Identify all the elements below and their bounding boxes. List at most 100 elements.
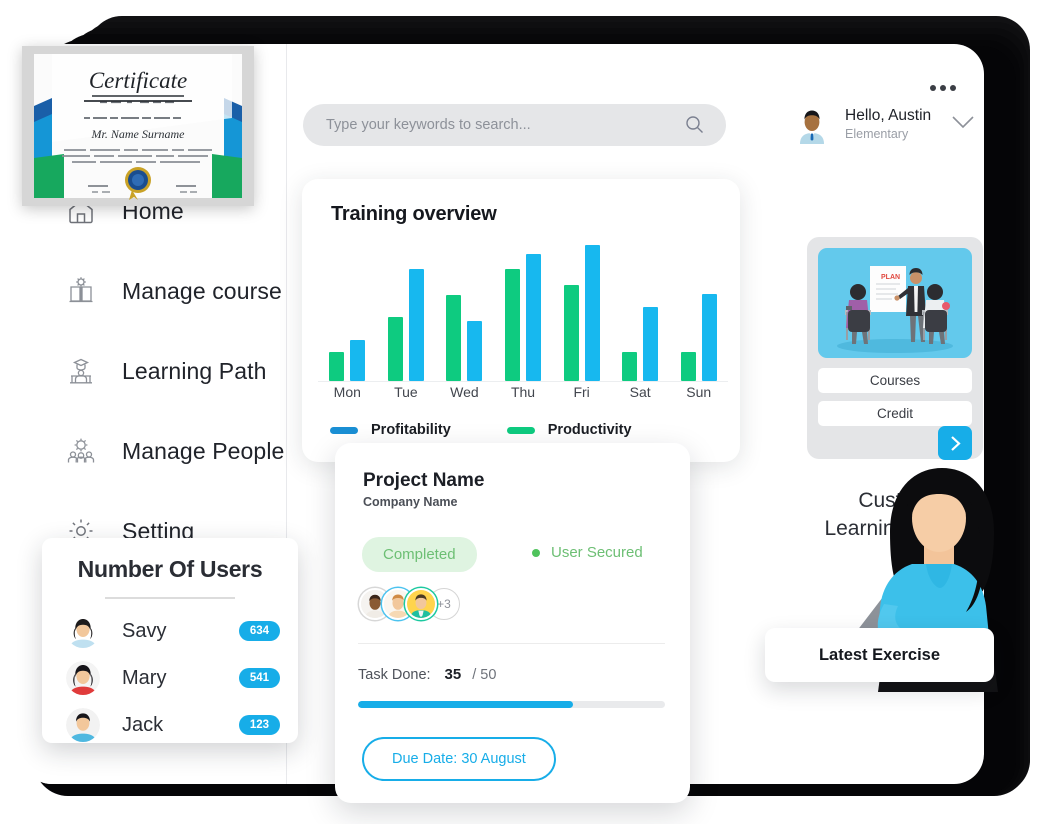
divider	[105, 597, 235, 599]
profile-text: Hello, Austin Elementary	[845, 107, 931, 142]
profile-greeting: Hello, Austin	[845, 106, 932, 124]
bar-profitability	[525, 253, 541, 381]
bar-profitability	[408, 269, 424, 381]
legend-label: Productivity	[547, 422, 632, 438]
profile-role: Elementary	[845, 127, 909, 142]
x-tick-label: Sat	[629, 384, 651, 400]
x-tick-label: Tue	[394, 384, 418, 400]
sidebar-item-manage-people[interactable]: Manage People	[22, 429, 286, 473]
latest-exercise-card[interactable]: Latest Exercise	[765, 628, 994, 682]
x-tick-label: Fri	[573, 384, 590, 400]
task-done-value: 35	[444, 666, 462, 683]
people-gear-icon	[64, 434, 98, 468]
search-icon[interactable]	[685, 115, 704, 139]
avatar	[405, 588, 437, 620]
bar-productivity	[387, 316, 403, 381]
bar-profitability	[701, 293, 717, 381]
bar-group-tue	[387, 239, 424, 381]
bar-group-fri	[563, 239, 600, 381]
number-of-users-card: Number Of Users Savy 634 Mary 541 Jack 1…	[42, 538, 298, 743]
search-input[interactable]	[326, 117, 666, 133]
avatar	[792, 104, 832, 144]
certificate-thumbnail: Certificate Mr. Name Surname	[22, 46, 254, 206]
screenshot-root: Home Manage course Learning Path Manage …	[0, 0, 1052, 824]
sidebar-item-label: Manage People	[122, 437, 285, 464]
sidebar-item-label: Manage course	[122, 277, 282, 304]
bar-productivity	[680, 352, 696, 381]
bar-productivity	[563, 285, 579, 381]
avatar	[66, 661, 100, 695]
promo-credit-button[interactable]: Credit	[818, 401, 972, 426]
x-tick-label: Sun	[686, 384, 712, 400]
legend-swatch	[506, 426, 535, 434]
progress-bar	[358, 701, 665, 708]
avatar-group[interactable]: +3	[359, 588, 460, 620]
bar-profitability	[350, 339, 366, 381]
status-dot-icon	[532, 548, 540, 557]
legend-item-profitability: Profitability	[330, 422, 451, 438]
svg-text:Certificate: Certificate	[89, 68, 187, 93]
svg-text:PLAN: PLAN	[881, 274, 900, 281]
user-name: Mary	[122, 666, 167, 689]
user-name: Savy	[122, 619, 167, 642]
profile-menu[interactable]: Hello, Austin Elementary	[792, 104, 975, 144]
task-progress-row: Task Done: 35 / 50	[358, 666, 496, 683]
avatar	[66, 614, 100, 648]
project-card: Project Name Company Name Completed User…	[335, 443, 690, 803]
chevron-down-icon[interactable]	[951, 115, 975, 134]
progress-bar-fill	[358, 701, 573, 708]
latest-exercise-label: Latest Exercise	[818, 645, 941, 664]
list-item[interactable]: Mary 541	[66, 657, 280, 699]
project-name: Project Name	[363, 470, 485, 491]
sidebar-item-manage-course[interactable]: Manage course	[22, 269, 286, 313]
bar-productivity	[329, 352, 345, 381]
avatar	[66, 708, 100, 742]
user-name: Jack	[122, 713, 164, 736]
legend-item-productivity: Productivity	[506, 422, 632, 438]
promo-courses-button[interactable]: Courses	[818, 368, 972, 393]
legend-label: Profitability	[371, 422, 451, 438]
more-options-icon[interactable]	[930, 85, 956, 91]
sidebar-nav-list: Home Manage course Learning Path Manage …	[22, 189, 286, 589]
list-item[interactable]: Savy 634	[66, 610, 280, 652]
task-done-label: Task Done:	[358, 667, 431, 683]
x-tick-label: Wed	[450, 384, 479, 400]
divider	[358, 643, 665, 644]
chart-legend: Profitability Productivity	[330, 422, 632, 438]
chart-x-axis-labels: Mon Tue Wed Thu Fri Sat Sun	[318, 384, 728, 400]
sidebar-item-label: Learning Path	[122, 357, 267, 384]
classroom-illustration: PLAN	[818, 248, 972, 358]
x-tick-label: Thu	[510, 384, 536, 400]
promo-card: PLAN Courses Credit	[807, 237, 983, 460]
chart-title: Training overview	[331, 203, 497, 225]
due-date-button[interactable]: Due Date: 30 August	[362, 737, 556, 781]
bar-profitability	[467, 320, 483, 381]
task-total-value: / 50	[472, 667, 497, 683]
graduate-desk-icon	[64, 354, 98, 388]
bar-chart-plot	[318, 239, 728, 382]
bar-productivity	[622, 352, 638, 381]
bar-profitability	[643, 306, 659, 381]
user-count-badge: 541	[238, 668, 280, 688]
bar-productivity	[504, 269, 520, 381]
sidebar-item-learning-path[interactable]: Learning Path	[22, 349, 286, 393]
x-tick-label: Mon	[333, 384, 361, 400]
bar-group-wed	[446, 239, 483, 381]
legend-swatch	[330, 426, 358, 434]
company-name: Company Name	[363, 495, 458, 509]
book-gear-icon	[64, 274, 98, 308]
users-card-title: Number Of Users	[77, 556, 263, 582]
svg-text:Mr. Name Surname: Mr. Name Surname	[91, 127, 186, 141]
bar-group-sun	[680, 239, 717, 381]
search-bar[interactable]	[303, 104, 726, 146]
status-badge: Completed	[362, 537, 477, 572]
list-item[interactable]: Jack 123	[66, 704, 280, 746]
bar-group-mon	[329, 239, 366, 381]
training-overview-card: Training overview Mon Tue Wed Thu Fri Sat Sun …	[302, 179, 740, 462]
bar-group-sat	[622, 239, 659, 381]
bar-profitability	[584, 245, 600, 381]
bar-productivity	[446, 295, 462, 381]
user-count-badge: 634	[238, 621, 280, 641]
user-secured-label: User Secured	[551, 544, 643, 561]
user-count-badge: 123	[238, 715, 280, 735]
